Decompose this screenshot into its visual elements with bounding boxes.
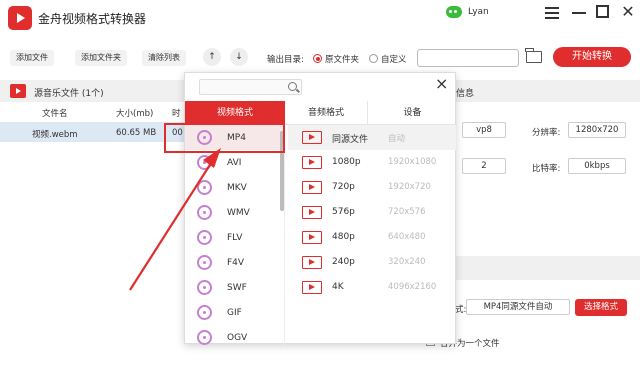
row-filename: 视频.webm bbox=[32, 130, 78, 140]
app-title: 金舟视频格式转换器 bbox=[38, 12, 147, 26]
disc-icon bbox=[197, 155, 212, 170]
disc-icon bbox=[197, 305, 212, 320]
output-dir-label: 输出目录: bbox=[267, 55, 304, 65]
quality-item-240p[interactable]: 240p 320x240 bbox=[288, 250, 456, 275]
format-item-swf[interactable]: SWF bbox=[185, 275, 283, 300]
quality-item-576p[interactable]: 576p 720x576 bbox=[288, 200, 456, 225]
format-item-avi[interactable]: AVI bbox=[185, 150, 283, 175]
format-item-wmv[interactable]: WMV bbox=[185, 200, 283, 225]
start-convert-button[interactable]: 开始转换 bbox=[553, 47, 631, 67]
quality-item-source[interactable]: 同源文件 自动 bbox=[288, 125, 456, 150]
disc-icon bbox=[197, 205, 212, 220]
video-icon bbox=[302, 131, 322, 144]
add-file-button[interactable]: 添加文件 bbox=[10, 50, 54, 66]
folder-icon[interactable] bbox=[525, 48, 542, 63]
user-name: Lyan bbox=[468, 7, 489, 17]
col-size: 大小(mb) bbox=[116, 109, 154, 119]
clear-list-button[interactable]: 清除列表 bbox=[142, 50, 186, 66]
minimize-icon[interactable] bbox=[571, 4, 587, 20]
video-icon bbox=[302, 281, 322, 294]
format-popup: × 视频格式 音频格式 设备 MP4 AVI MKV WMV FLV F4V S… bbox=[184, 72, 457, 345]
channels-field: 2 bbox=[462, 158, 506, 174]
format-item-mkv[interactable]: MKV bbox=[185, 175, 283, 200]
radio-custom[interactable] bbox=[369, 54, 378, 63]
bitrate-label: 比特率: bbox=[532, 164, 561, 174]
disc-icon bbox=[197, 255, 212, 270]
add-folder-button[interactable]: 添加文件夹 bbox=[75, 50, 127, 66]
output-format-field: MP4同源文件自动 bbox=[466, 299, 570, 315]
highlight-box bbox=[164, 123, 285, 153]
video-file-icon bbox=[10, 84, 26, 98]
resolution-field: 1280x720 bbox=[568, 122, 626, 138]
select-format-button[interactable]: 选择格式 bbox=[575, 299, 627, 316]
disc-icon bbox=[197, 230, 212, 245]
toolbar: 添加文件 添加文件夹 清除列表 ↑ ↓ 输出目录: 原文件夹 自定义 开始转换 bbox=[0, 40, 640, 76]
format-item-gif[interactable]: GIF bbox=[185, 300, 283, 325]
resolution-label: 分辨率: bbox=[532, 128, 561, 138]
output-path-input[interactable] bbox=[417, 49, 519, 67]
bitrate-field: 0kbps bbox=[568, 158, 626, 174]
title-bar: 金舟视频格式转换器 Lyan ✕ bbox=[0, 0, 640, 40]
row-size: 60.65 MB bbox=[116, 128, 157, 138]
source-folder-label: 原文件夹 bbox=[325, 55, 360, 65]
codec-field: vp8 bbox=[462, 122, 506, 138]
col-time: 时 bbox=[172, 109, 181, 119]
video-icon bbox=[302, 206, 322, 219]
info-title: 信息 bbox=[456, 89, 475, 99]
format-list: MP4 AVI MKV WMV FLV F4V SWF GIF OGV bbox=[185, 125, 285, 345]
menu-icon[interactable] bbox=[544, 4, 560, 20]
video-icon bbox=[302, 156, 322, 169]
popup-close-icon[interactable]: × bbox=[435, 76, 448, 92]
file-list-title: 源音乐文件 (1个) bbox=[34, 89, 104, 99]
search-icon[interactable] bbox=[288, 82, 297, 91]
format-tabs: 视频格式 音频格式 设备 bbox=[185, 101, 457, 125]
format-item-ogv[interactable]: OGV bbox=[185, 325, 283, 345]
disc-icon bbox=[197, 280, 212, 295]
maximize-icon[interactable] bbox=[596, 5, 609, 18]
tab-device[interactable]: 设备 bbox=[367, 101, 457, 125]
quality-item-4k[interactable]: 4K 4096x2160 bbox=[288, 275, 456, 300]
format-search-input[interactable] bbox=[199, 79, 302, 95]
custom-label: 自定义 bbox=[381, 55, 407, 65]
file-list-header: 源音乐文件 (1个) bbox=[0, 80, 185, 102]
tab-video-format[interactable]: 视频格式 bbox=[185, 101, 285, 125]
video-icon bbox=[302, 256, 322, 269]
quality-item-480p[interactable]: 480p 640x480 bbox=[288, 225, 456, 250]
move-down-button[interactable]: ↓ bbox=[230, 48, 248, 66]
user-account[interactable]: Lyan bbox=[446, 6, 489, 18]
format-item-f4v[interactable]: F4V bbox=[185, 250, 283, 275]
close-window-icon[interactable]: ✕ bbox=[620, 4, 636, 20]
quality-item-720p[interactable]: 720p 1920x720 bbox=[288, 175, 456, 200]
output-section-header bbox=[450, 256, 640, 280]
wechat-icon bbox=[446, 6, 462, 18]
col-filename: 文件名 bbox=[42, 109, 68, 119]
video-icon bbox=[302, 231, 322, 244]
video-icon bbox=[302, 181, 322, 194]
table-row[interactable] bbox=[0, 122, 185, 142]
tab-audio-format[interactable]: 音频格式 bbox=[285, 101, 367, 125]
disc-icon bbox=[197, 330, 212, 345]
output-format-label: 式: bbox=[455, 305, 467, 315]
info-header: 信息 bbox=[450, 80, 640, 102]
move-up-button[interactable]: ↑ bbox=[203, 48, 221, 66]
app-logo-icon bbox=[8, 6, 32, 30]
radio-source-folder[interactable] bbox=[313, 54, 322, 63]
quality-item-1080p[interactable]: 1080p 1920x1080 bbox=[288, 150, 456, 175]
disc-icon bbox=[197, 180, 212, 195]
format-item-flv[interactable]: FLV bbox=[185, 225, 283, 250]
